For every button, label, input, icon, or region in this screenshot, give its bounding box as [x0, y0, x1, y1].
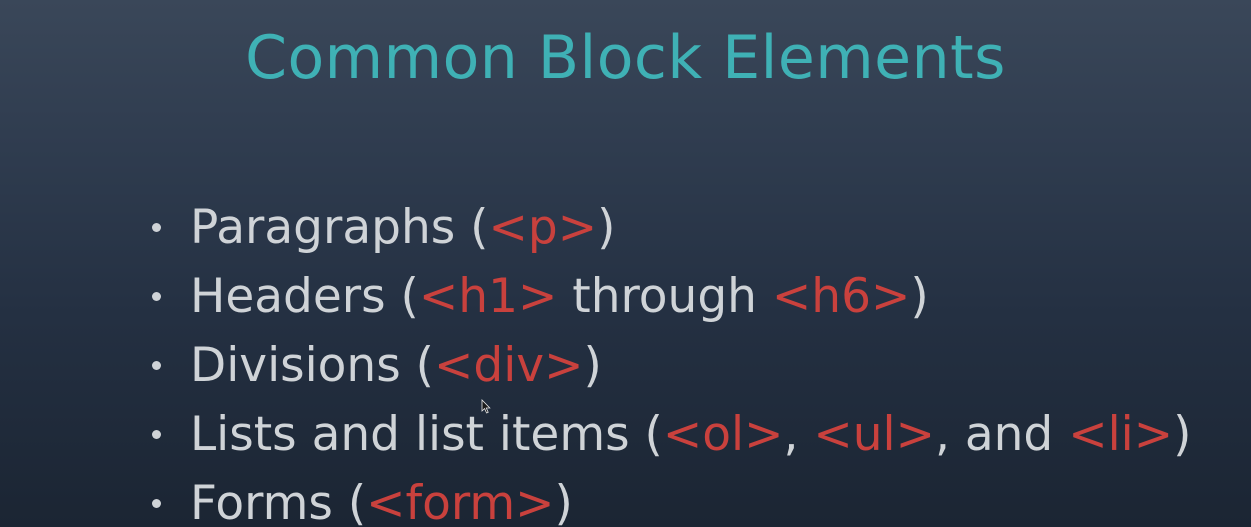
html-tag: <p> [488, 200, 598, 255]
bullet-text-part: Headers ( [190, 269, 419, 324]
bullet-dot-icon [152, 430, 161, 439]
bullet-text-part: ) [1173, 407, 1192, 462]
bullet-text: Forms (<form>) [190, 476, 573, 527]
html-tag: <ol> [662, 407, 784, 462]
bullet-text: Lists and list items (<ol>, <ul>, and <l… [190, 407, 1191, 462]
bullet-dot-icon [152, 292, 161, 301]
bullet-text: Headers (<h1> through <h6>) [190, 269, 929, 324]
bullet-text-part: , [783, 407, 814, 462]
slide: Common Block Elements Paragraphs (<p>) H… [0, 0, 1251, 527]
html-tag: <div> [433, 338, 584, 393]
html-tag: <h1> [418, 269, 558, 324]
bullet-text-part: ) [554, 476, 573, 527]
slide-title: Common Block Elements [245, 23, 1006, 93]
list-item: Paragraphs (<p>) [148, 193, 1191, 262]
list-item: Headers (<h1> through <h6>) [148, 262, 1191, 331]
html-tag: <li> [1068, 407, 1174, 462]
bullet-list: Paragraphs (<p>) Headers (<h1> through <… [148, 193, 1191, 527]
list-item: Lists and list items (<ol>, <ul>, and <l… [148, 400, 1191, 469]
bullet-text-part: Lists and list items ( [190, 407, 663, 462]
list-item: Forms (<form>) [148, 469, 1191, 527]
list-item: Divisions (<div>) [148, 331, 1191, 400]
bullet-text-part: ) [597, 200, 616, 255]
bullet-text-part: Divisions ( [190, 338, 434, 393]
bullet-text-part: through [557, 269, 772, 324]
bullet-text-part: Paragraphs ( [190, 200, 489, 255]
html-tag: <h6> [771, 269, 911, 324]
bullet-text-part: Forms ( [190, 476, 367, 527]
mouse-pointer-icon [481, 399, 491, 414]
html-tag: <ul> [813, 407, 935, 462]
bullet-text-part: , and [934, 407, 1069, 462]
bullet-text-part: ) [583, 338, 602, 393]
bullet-dot-icon [152, 361, 161, 370]
bullet-text-part: ) [910, 269, 929, 324]
bullet-text: Divisions (<div>) [190, 338, 602, 393]
bullet-dot-icon [152, 499, 161, 508]
bullet-text: Paragraphs (<p>) [190, 200, 615, 255]
html-tag: <form> [366, 476, 555, 527]
bullet-dot-icon [152, 223, 161, 232]
